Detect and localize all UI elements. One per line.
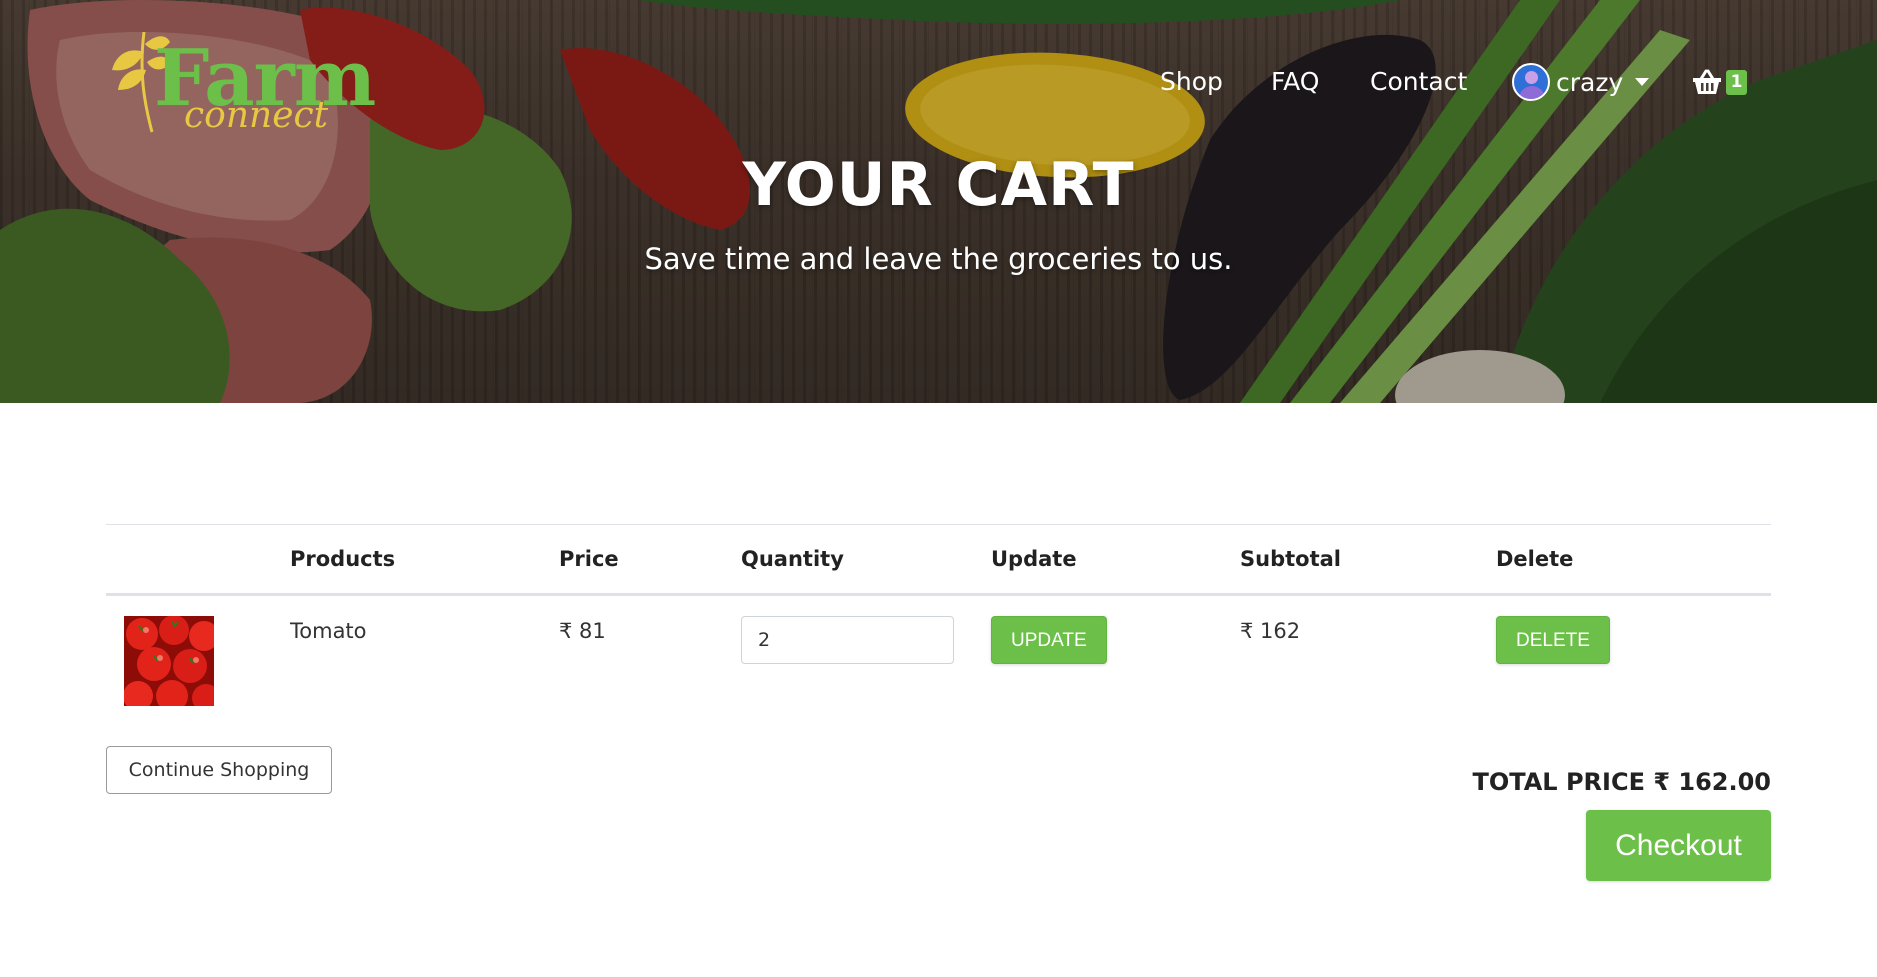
user-avatar-icon (1512, 63, 1550, 101)
nav-link-contact[interactable]: Contact (1370, 62, 1467, 102)
tomato-image (124, 616, 214, 706)
header-delete: Delete (1496, 547, 1574, 571)
hero-banner: Farm connect Shop FAQ Contact crazy 1 YO… (0, 0, 1877, 403)
cart-link[interactable]: 1 (1692, 62, 1747, 102)
continue-shopping-button[interactable]: Continue Shopping (106, 746, 332, 794)
product-subtotal: ₹ 162 (1240, 619, 1301, 643)
table-row: Tomato ₹ 81 UPDATE ₹ 162 DELETE (106, 596, 1771, 716)
page-subtitle: Save time and leave the groceries to us. (644, 242, 1233, 276)
cart-count-badge: 1 (1726, 69, 1747, 95)
product-price: ₹ 81 (559, 619, 606, 643)
product-name: Tomato (290, 619, 367, 643)
header-price: Price (559, 547, 619, 571)
checkout-button[interactable]: Checkout (1586, 810, 1771, 881)
caret-down-icon (1635, 78, 1650, 86)
delete-button[interactable]: DELETE (1496, 616, 1610, 664)
table-header-row: Products Price Quantity Update Subtotal … (106, 524, 1771, 596)
cart-table: Products Price Quantity Update Subtotal … (106, 524, 1771, 716)
header-subtotal: Subtotal (1240, 547, 1341, 571)
header-products: Products (290, 547, 396, 571)
total-price: TOTAL PRICE ₹ 162.00 (1472, 768, 1771, 796)
header-quantity: Quantity (741, 547, 844, 571)
top-navigation: Shop FAQ Contact crazy 1 (0, 62, 1877, 102)
header-update: Update (991, 547, 1077, 571)
nav-link-shop[interactable]: Shop (1160, 62, 1223, 102)
quantity-input[interactable] (741, 616, 954, 664)
brand-name-sub: connect (184, 95, 329, 136)
nav-link-faq[interactable]: FAQ (1271, 62, 1319, 102)
page-title: YOUR CART (742, 150, 1135, 220)
user-name: crazy (1556, 67, 1624, 97)
user-menu[interactable]: crazy (1512, 62, 1650, 102)
update-button[interactable]: UPDATE (991, 616, 1107, 664)
shopping-basket-icon (1693, 69, 1721, 94)
